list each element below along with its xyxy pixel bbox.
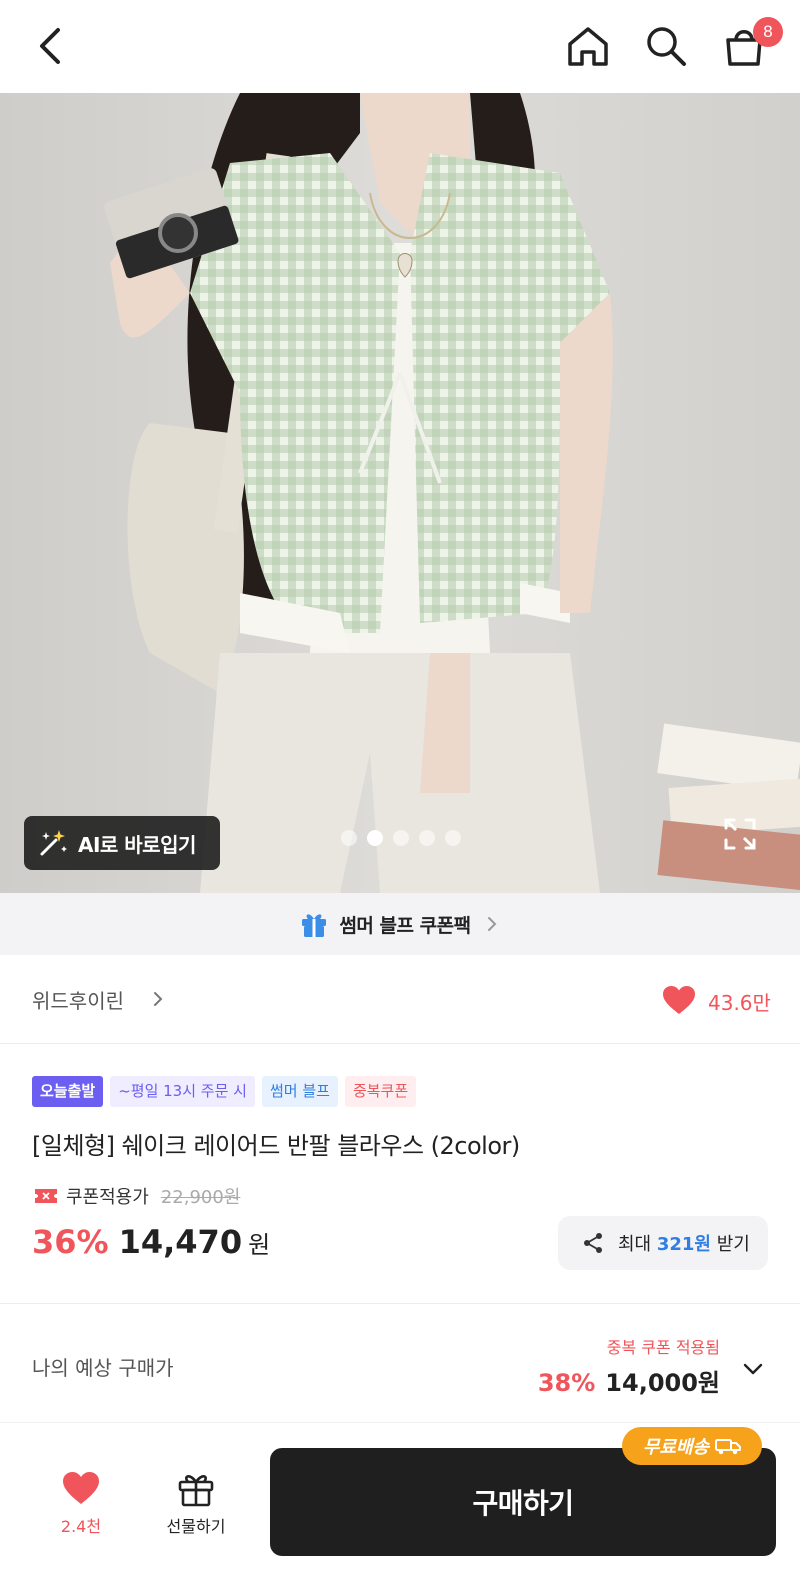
coupon-pack-banner[interactable]: 썸머 블프 쿠폰팩: [0, 893, 800, 955]
brand-name-link[interactable]: 위드후이린: [32, 985, 124, 1014]
original-price: 22,900원: [160, 1187, 241, 1208]
discount-rate: 36%: [32, 1223, 109, 1261]
carousel-dot[interactable]: [419, 830, 435, 846]
carousel-pagination: [341, 830, 461, 846]
back-arrow-icon[interactable]: [30, 24, 74, 68]
top-navigation-bar: 8: [0, 0, 800, 93]
like-count: 2.4천: [60, 1517, 102, 1536]
duplicate-coupon-applied: 중복 쿠폰 적용됨: [606, 1338, 720, 1357]
brand-row: 위드후이린 43.6만: [0, 955, 800, 1044]
free-shipping-label: 무료배송: [642, 1437, 710, 1458]
tag-duplicate-coupon: 중복쿠폰: [344, 1076, 417, 1107]
expected-discount-rate: 38%: [537, 1369, 596, 1397]
tag-order-deadline: ~평일 13시 주문 시: [110, 1076, 255, 1107]
ai-try-on-button[interactable]: AI로 바로입기: [24, 816, 220, 870]
like-button[interactable]: 2.4천: [46, 1471, 116, 1537]
search-icon[interactable]: [644, 24, 688, 68]
share-prefix: 최대: [618, 1234, 657, 1255]
carousel-dot[interactable]: [445, 830, 461, 846]
cart-count-badge: 8: [753, 17, 783, 47]
ai-try-on-label: AI로 바로입기: [78, 832, 196, 857]
chevron-down-icon[interactable]: [742, 1358, 764, 1380]
heart-filled-icon: [63, 1472, 99, 1504]
home-icon[interactable]: [566, 24, 610, 68]
expected-price-amount: 14,000원: [605, 1369, 720, 1397]
coupon-price-label: 쿠폰적용가: [66, 1187, 149, 1208]
expand-fullscreen-icon[interactable]: [722, 816, 758, 852]
carousel-dot[interactable]: [341, 830, 357, 846]
magic-wand-icon: [40, 830, 67, 856]
tag-today-shipping: 오늘출발: [32, 1076, 104, 1107]
share-reward-text: 최대 321원 받기: [618, 1230, 750, 1256]
coupon-price-row: 쿠폰적용가 22,900원: [34, 1183, 240, 1209]
sale-price: 14,470: [118, 1223, 243, 1261]
gift-icon: [302, 914, 327, 937]
expected-price-label: 나의 예상 구매가: [32, 1356, 174, 1380]
gift-label: 선물하기: [166, 1517, 226, 1536]
currency-unit: 원: [248, 1231, 271, 1259]
share-reward-button[interactable]: 최대 321원 받기: [558, 1216, 768, 1270]
expected-price: 38% 14,000원: [538, 1363, 720, 1398]
carousel-dot[interactable]: [393, 830, 409, 846]
share-reward-amount: 321원: [656, 1234, 711, 1255]
chevron-right-icon: [487, 917, 496, 931]
product-tags: 오늘출발 ~평일 13시 주문 시 썸머 블프 중복쿠폰: [32, 1076, 417, 1107]
coupon-icon: [35, 1189, 57, 1203]
gift-icon: [178, 1475, 214, 1507]
product-title: [일체형] 쉐이크 레이어드 반팔 블라우스 (2color): [32, 1132, 520, 1160]
product-photo: [0, 93, 800, 893]
free-shipping-badge: 무료배송: [622, 1427, 762, 1465]
brand-like-count: 43.6만: [708, 991, 771, 1015]
heart-filled-icon[interactable]: [662, 985, 696, 1015]
gift-button[interactable]: 선물하기: [156, 1471, 236, 1537]
share-suffix: 받기: [710, 1234, 750, 1255]
truck-icon: [715, 1439, 742, 1455]
carousel-dot-active[interactable]: [367, 830, 383, 846]
coupon-pack-label: 썸머 블프 쿠폰팩: [339, 914, 471, 937]
share-icon: [584, 1233, 602, 1253]
tag-summer-black-friday: 썸머 블프: [261, 1076, 338, 1107]
chevron-right-icon[interactable]: [150, 991, 166, 1007]
section-divider: [0, 1303, 800, 1304]
bottom-action-bar: 2.4천 선물하기 구매하기 무료배송: [0, 1422, 800, 1580]
price-row: 36% 14,470 원: [32, 1223, 270, 1261]
product-image-carousel[interactable]: [0, 93, 800, 893]
